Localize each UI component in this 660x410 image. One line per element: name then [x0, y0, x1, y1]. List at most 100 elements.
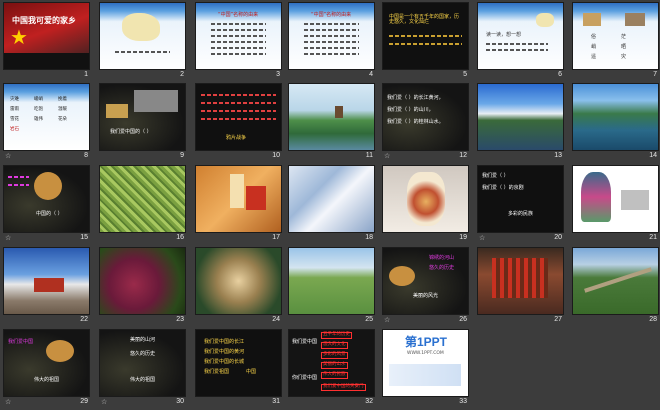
- slide-11[interactable]: 11: [289, 84, 383, 164]
- slide-5[interactable]: 中国是一个有五千年的国家，历史悠久，文化灿烂 5: [383, 3, 477, 83]
- slide-7-thumbnail[interactable]: 俗 茫 峭 晒 遥 灾: [573, 3, 658, 69]
- slide-number: 29: [80, 398, 88, 405]
- slide-30-thumbnail[interactable]: 美丽的山河 悠久的历史 伟大的祖国: [100, 330, 185, 396]
- logo-text: 第1PPT: [405, 335, 448, 349]
- slide-10[interactable]: 鸦片战争 10: [196, 84, 290, 164]
- star-icon[interactable]: ☆: [101, 398, 107, 406]
- slide-8-thumbnail[interactable]: 灾难 峻峭 挽着 雷雨 吃饱 温暖 雪花 雄伟 花朵 岩石: [4, 84, 89, 150]
- slide-number: 14: [649, 152, 657, 159]
- slide-18-thumbnail[interactable]: [289, 166, 374, 232]
- star-icon[interactable]: ☆: [384, 316, 390, 324]
- slide-21[interactable]: 21: [573, 166, 660, 246]
- slide-27[interactable]: 27: [478, 248, 572, 328]
- slide-26[interactable]: 锦绣的河山 悠久的历史 美丽的风光 ☆ 26: [383, 248, 477, 328]
- slide-26-thumbnail[interactable]: 锦绣的河山 悠久的历史 美丽的风光: [383, 248, 468, 314]
- slide-16[interactable]: 16: [100, 166, 194, 246]
- slide-28[interactable]: 28: [573, 248, 660, 328]
- slide-12-thumbnail[interactable]: 我们爱（ ）的长江黄河， 我们爱（ ）的山川， 我们爱（ ）的桂林山水。: [383, 84, 468, 150]
- liquor-bottle-image: [230, 174, 244, 208]
- chinese-characters-image: [134, 90, 178, 112]
- slide-12[interactable]: 我们爱（ ）的长江黄河， 我们爱（ ）的山川， 我们爱（ ）的桂林山水。 ☆ 1…: [383, 84, 477, 164]
- slide-number: 22: [80, 316, 88, 323]
- slide-25-thumbnail[interactable]: [289, 248, 374, 314]
- ethnic-dress-image: [581, 172, 611, 222]
- slide-14-thumbnail[interactable]: [573, 84, 658, 150]
- slide-2-thumbnail[interactable]: [100, 3, 185, 69]
- slide-22-thumbnail[interactable]: [4, 248, 89, 314]
- slide-number: 21: [649, 234, 657, 241]
- slide-29-thumbnail[interactable]: 我们爱中国 伟大的祖国: [4, 330, 89, 396]
- slide-number: 26: [459, 316, 467, 323]
- porcelain-vase-image: [407, 172, 445, 226]
- star-icon[interactable]: ☆: [5, 152, 11, 160]
- slide-17[interactable]: 17: [196, 166, 290, 246]
- slide-6-thumbnail[interactable]: 读一读，想一想: [478, 3, 563, 69]
- slide-20[interactable]: 我们爱（ ） 我们爱（ ）的京剧 多彩的民族 ☆ 20: [478, 166, 572, 246]
- slide-5-thumbnail[interactable]: 中国是一个有五千年的国家，历史悠久，文化灿烂: [383, 3, 468, 69]
- slide-19[interactable]: 19: [383, 166, 477, 246]
- slide-number: 4: [369, 71, 373, 78]
- bowl-image: [34, 172, 62, 200]
- slide-4[interactable]: “中国”名称的由来 4: [289, 3, 383, 83]
- slide-10-thumbnail[interactable]: 鸦片战争: [196, 84, 281, 150]
- star-icon[interactable]: ☆: [5, 234, 11, 242]
- slide-31-thumbnail[interactable]: 我们爱中国的长江 我们爱中国的黄河 我们爱中国的长城 我们爱祖国 中国: [196, 330, 281, 396]
- slide-18[interactable]: 18: [289, 166, 383, 246]
- star-icon[interactable]: ☆: [384, 152, 390, 160]
- slide-9[interactable]: 我们爱中国的（ ） 9: [100, 84, 194, 164]
- slide-21-thumbnail[interactable]: [573, 166, 658, 232]
- slide-heading: “中国”名称的由来: [311, 12, 352, 18]
- slide-16-thumbnail[interactable]: [100, 166, 185, 232]
- slide-4-thumbnail[interactable]: “中国”名称的由来: [289, 3, 374, 69]
- slide-24-thumbnail[interactable]: [196, 248, 281, 314]
- slide-14[interactable]: 14: [573, 84, 660, 164]
- slide-33-thumbnail[interactable]: 第1PPT WWW.1PPT.COM: [383, 330, 468, 396]
- slide-3[interactable]: “中国”名称的由来 3: [196, 3, 290, 83]
- pagoda-image: [335, 106, 343, 118]
- slide-2[interactable]: 2: [100, 3, 194, 83]
- slide-13-thumbnail[interactable]: [478, 84, 563, 150]
- slide-33[interactable]: 第1PPT WWW.1PPT.COM 33: [383, 330, 477, 410]
- slide-15[interactable]: 中国的（ ） ☆ 15: [4, 166, 98, 246]
- slide-30[interactable]: 美丽的山河 悠久的历史 伟大的祖国 ☆ 30: [100, 330, 194, 410]
- slide-text: 鸦片战争: [226, 135, 247, 141]
- slide-25[interactable]: 25: [289, 248, 383, 328]
- slide-number: 1: [84, 71, 88, 78]
- slide-number: 18: [365, 234, 373, 241]
- slide-24[interactable]: 24: [196, 248, 290, 328]
- logo-subtext: WWW.1PPT.COM: [407, 351, 444, 356]
- slide-15-thumbnail[interactable]: 中国的（ ）: [4, 166, 89, 232]
- slide-32[interactable]: 我们爱中国 你们爱中国 五千年的历史 悠久的文化 多彩的风景 美丽的山水 伟大的…: [289, 330, 383, 410]
- silhouette: [4, 53, 89, 69]
- slide-23-thumbnail[interactable]: [100, 248, 185, 314]
- slide-28-thumbnail[interactable]: [573, 248, 658, 314]
- slide-13[interactable]: 13: [478, 84, 572, 164]
- slide-9-thumbnail[interactable]: 我们爱中国的（ ）: [100, 84, 185, 150]
- slide-27-thumbnail[interactable]: [478, 248, 563, 314]
- slide-number: 28: [649, 316, 657, 323]
- slide-22[interactable]: 22: [4, 248, 98, 328]
- slide-29[interactable]: 我们爱中国 伟大的祖国 ☆ 29: [4, 330, 98, 410]
- slide-6[interactable]: 读一读，想一想 6: [478, 3, 572, 83]
- text-lines: [115, 51, 170, 53]
- slide-number: 32: [365, 398, 373, 405]
- slide-number: 2: [180, 71, 184, 78]
- slide-number: 10: [272, 152, 280, 159]
- slide-number: 17: [272, 234, 280, 241]
- slide-number: 7: [653, 71, 657, 78]
- slide-19-thumbnail[interactable]: [383, 166, 468, 232]
- slide-11-thumbnail[interactable]: [289, 84, 374, 150]
- slide-7[interactable]: 俗 茫 峭 晒 遥 灾 7: [573, 3, 660, 83]
- slide-1-thumbnail[interactable]: ★ 中国我可爱的家乡: [4, 3, 89, 69]
- slide-31[interactable]: 我们爱中国的长江 我们爱中国的黄河 我们爱中国的长城 我们爱祖国 中国 31: [196, 330, 290, 410]
- slide-1[interactable]: ★ 中国我可爱的家乡 1: [4, 3, 98, 83]
- slide-8[interactable]: 灾难 峻峭 挽着 雷雨 吃饱 温暖 雪花 雄伟 花朵 岩石 ☆ 8: [4, 84, 98, 164]
- star-icon[interactable]: ☆: [5, 398, 11, 406]
- slide-32-thumbnail[interactable]: 我们爱中国 你们爱中国 五千年的历史 悠久的文化 多彩的风景 美丽的山水 伟大的…: [289, 330, 374, 396]
- slide-23[interactable]: 23: [100, 248, 194, 328]
- slide-3-thumbnail[interactable]: “中国”名称的由来: [196, 3, 281, 69]
- star-icon[interactable]: ☆: [479, 234, 485, 242]
- slide-17-thumbnail[interactable]: [196, 166, 281, 232]
- slide-20-thumbnail[interactable]: 我们爱（ ） 我们爱（ ）的京剧 多彩的民族: [478, 166, 563, 232]
- slide-number: 23: [176, 316, 184, 323]
